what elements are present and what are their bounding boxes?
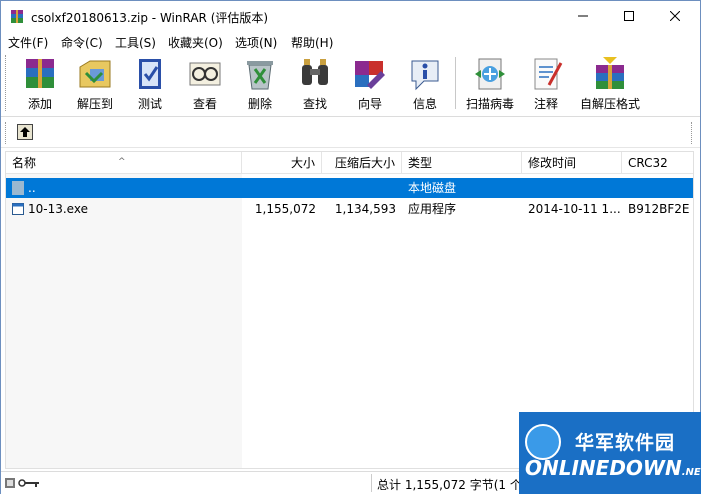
title-bar[interactable]: csolxf20180613.zip - WinRAR (评估版本) (1, 1, 700, 33)
window-title: csolxf20180613.zip - WinRAR (评估版本) (31, 11, 269, 25)
sfx-button[interactable]: 自解压格式 (580, 53, 640, 113)
row-size: 1,155,072 (254, 202, 316, 216)
address-end-grip (691, 122, 692, 144)
column-header: 名称 ^ 大小 压缩后大小 类型 修改时间 CRC32 (6, 152, 693, 174)
column-crc32[interactable]: CRC32 (622, 152, 693, 174)
info-icon (411, 60, 439, 91)
row-size (242, 178, 316, 198)
watermark-en-suffix: .NET (681, 467, 701, 478)
list-row-file[interactable]: 10-13.exe 1,155,072 1,134,593 应用程序 2014-… (6, 199, 693, 219)
sfx-label: 自解压格式 (579, 97, 640, 111)
scan-virus-icon (475, 58, 505, 90)
close-button[interactable] (652, 1, 698, 32)
sort-ascending-icon: ^ (118, 157, 126, 167)
menu-options[interactable]: 选项(N) (235, 34, 277, 51)
row-modified (528, 178, 622, 198)
maximize-icon (624, 11, 634, 21)
row-crc: B912BF2E (628, 202, 690, 216)
exe-file-icon (12, 203, 24, 215)
comment-icon (534, 58, 563, 90)
list-row-parent[interactable]: .. 本地磁盘 (6, 178, 693, 198)
view-icon (189, 62, 221, 86)
menu-help[interactable]: 帮助(H) (291, 34, 333, 51)
parent-folder-icon (12, 181, 24, 195)
minimize-button[interactable] (560, 1, 606, 32)
minimize-icon (578, 15, 588, 17)
up-one-level-button[interactable] (17, 124, 33, 140)
address-bar (1, 118, 700, 148)
status-divider (371, 474, 372, 492)
delete-icon (247, 61, 273, 90)
onlinedown-watermark: 华军软件园 ONLINEDOWN.NET (519, 412, 701, 494)
row-packed: 1,134,593 (334, 202, 396, 216)
menu-favorites[interactable]: 收藏夹(O) (168, 34, 223, 51)
test-icon (139, 59, 161, 89)
column-packed[interactable]: 压缩后大小 (322, 152, 402, 174)
row-crc (628, 178, 693, 198)
column-name-label: 名称 (12, 156, 37, 170)
status-total: 总计 1,155,072 字节(1 个文 (377, 478, 534, 492)
row-modified: 2014-10-11 1... (528, 202, 621, 216)
wizard-icon (355, 61, 385, 89)
column-type[interactable]: 类型 (402, 152, 522, 174)
watermark-en-text: ONLINEDOWN.NET (525, 456, 701, 480)
menu-command[interactable]: 命令(C) (61, 34, 103, 51)
row-name: 10-13.exe (28, 202, 88, 216)
menu-file[interactable]: 文件(F) (8, 34, 48, 51)
find-icon (302, 59, 328, 85)
toolbar: 添加 解压到 测试 查看 删除 查找 向导 信息 扫描病毒 注释 自解压格式 (1, 51, 700, 117)
comment-button[interactable]: 注释 (518, 53, 574, 113)
column-name[interactable]: 名称 ^ (6, 152, 242, 174)
column-modified[interactable]: 修改时间 (522, 152, 622, 174)
add-archive-icon (26, 59, 54, 88)
sfx-icon (596, 57, 624, 89)
watermark-cn-text: 华军软件园 (575, 432, 676, 454)
watermark-en-main: ONLINEDOWN (525, 456, 682, 480)
winrar-app-icon (11, 10, 23, 23)
close-icon (670, 11, 680, 21)
row-name: .. (28, 181, 36, 195)
row-type: 本地磁盘 (408, 181, 457, 195)
info-button[interactable]: 信息 (397, 53, 453, 113)
extract-to-icon (79, 60, 111, 88)
menu-tools[interactable]: 工具(S) (115, 34, 156, 51)
up-arrow-icon (20, 127, 30, 137)
row-type: 应用程序 (408, 202, 457, 216)
column-size[interactable]: 大小 (242, 152, 322, 174)
drive-key-icons (5, 478, 39, 488)
row-packed (322, 178, 396, 198)
globe-logo-icon (525, 424, 561, 460)
menu-bar: 文件(F) 命令(C) 工具(S) 收藏夹(O) 选项(N) 帮助(H) (1, 32, 700, 51)
address-grip[interactable] (5, 122, 6, 144)
maximize-button[interactable] (606, 1, 652, 32)
